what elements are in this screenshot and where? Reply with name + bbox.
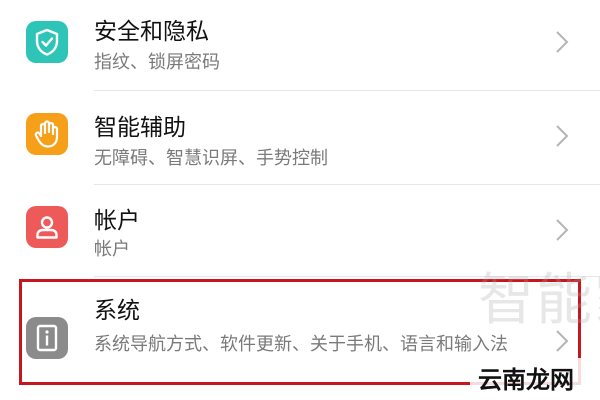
chevron-right-icon bbox=[554, 30, 570, 54]
hand-icon bbox=[26, 113, 68, 155]
settings-item-smart-assist[interactable]: 智能辅助 无障碍、智慧识屏、手势控制 bbox=[0, 92, 600, 184]
chevron-right-icon bbox=[554, 218, 570, 242]
item-subtitle: 帐户 bbox=[94, 239, 130, 260]
settings-list: 安全和隐私 指纹、锁屏密码 智能辅助 无障碍、智慧识屏、手势控制 帐户 帐户 系… bbox=[0, 0, 600, 400]
person-icon bbox=[26, 206, 68, 248]
chevron-right-icon bbox=[554, 124, 570, 148]
settings-item-security[interactable]: 安全和隐私 指纹、锁屏密码 bbox=[0, 0, 600, 90]
item-title: 安全和隐私 bbox=[94, 19, 209, 45]
watermark-faint: 智能家 bbox=[478, 268, 600, 333]
item-title: 帐户 bbox=[94, 208, 140, 234]
item-subtitle: 指纹、锁屏密码 bbox=[94, 52, 220, 73]
shield-check-icon bbox=[26, 21, 68, 63]
divider bbox=[94, 90, 600, 91]
watermark: 云南龙网 bbox=[470, 358, 582, 396]
item-title: 智能辅助 bbox=[94, 115, 186, 141]
item-subtitle: 无障碍、智慧识屏、手势控制 bbox=[94, 148, 328, 169]
